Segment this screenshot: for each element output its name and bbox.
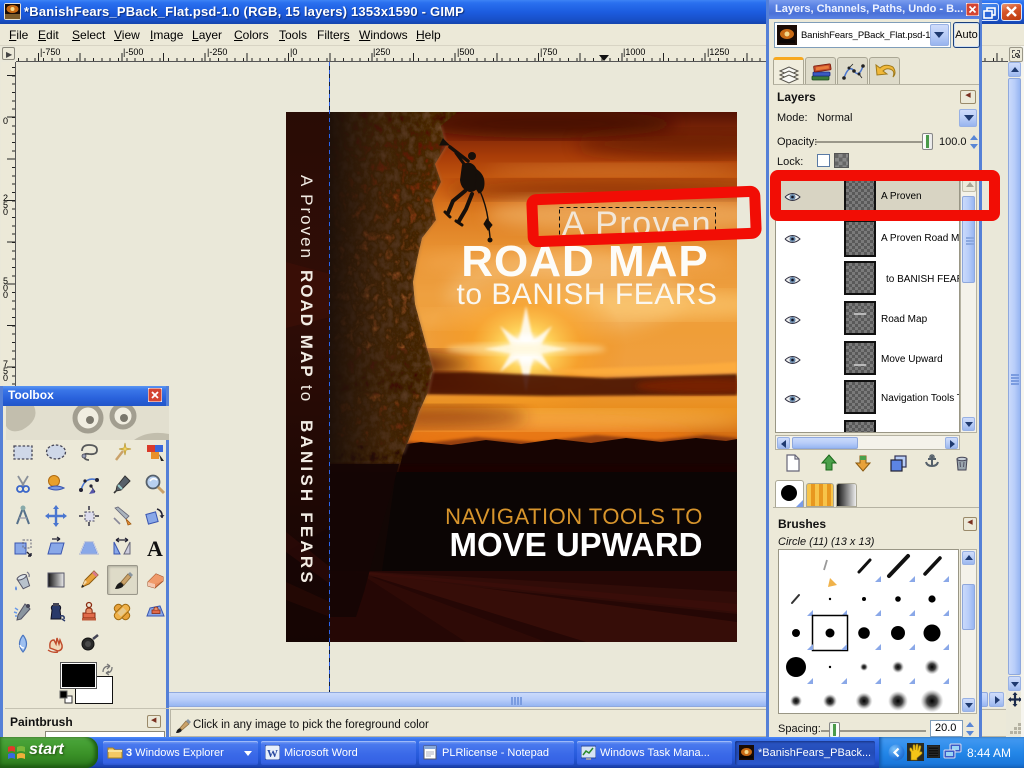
svg-text:A: A (147, 536, 163, 560)
svg-text:to BANISH FEARS: to BANISH FEARS (457, 278, 718, 311)
svg-text:MOVE UPWARD: MOVE UPWARD (449, 526, 702, 563)
svg-text:W: W (267, 748, 278, 760)
